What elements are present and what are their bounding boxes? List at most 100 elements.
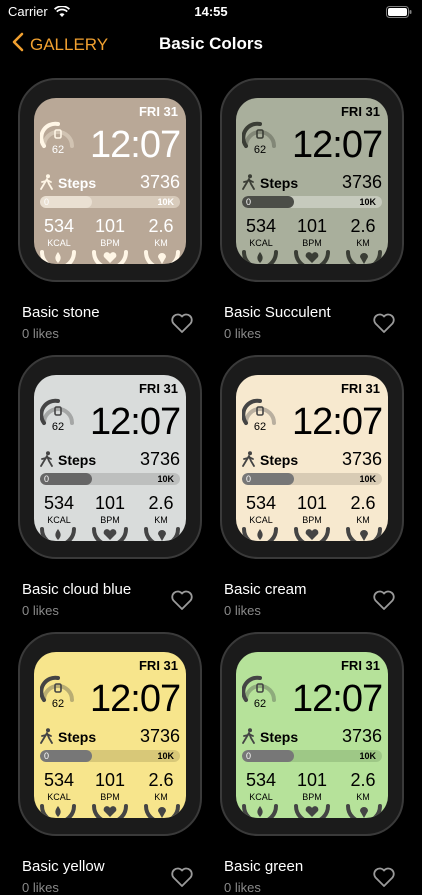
like-heart-icon[interactable]: [372, 312, 396, 339]
progress-min-label: 0: [246, 751, 252, 761]
heart-rate-icon: [92, 250, 128, 264]
walking-icon: [40, 451, 53, 467]
watch-time: 12:07: [292, 401, 383, 443]
location-pin-icon: [144, 527, 180, 541]
heart-rate-icon: [294, 804, 330, 818]
watch-face-preview: FRI 31 62 12:07 Steps 3736 0 10K 534 KCA…: [236, 652, 388, 818]
km-stat: 2.6 KM: [340, 770, 386, 802]
km-value: 2.6: [148, 216, 174, 236]
watch-frame[interactable]: FRI 31 62 12:07 Steps 3736 0 10K 534 KCA…: [18, 78, 202, 282]
kcal-label: KCAL: [249, 238, 273, 248]
bpm-stat: 101 BPM: [289, 493, 335, 525]
watch-frame[interactable]: FRI 31 62 12:07 Steps 3736 0 10K 534 KCA…: [18, 632, 202, 836]
watch-frame[interactable]: FRI 31 62 12:07 Steps 3736 0 10K 534 KCA…: [220, 355, 404, 559]
km-label: KM: [154, 238, 168, 248]
progress-max-label: 10K: [359, 751, 376, 761]
kcal-label: KCAL: [47, 792, 71, 802]
steps-value: 3736: [139, 172, 180, 192]
kcal-value: 534: [43, 770, 75, 790]
like-heart-icon[interactable]: [170, 589, 194, 616]
likes-count: 0 likes: [224, 603, 261, 618]
likes-count: 0 likes: [224, 880, 261, 895]
km-label: KM: [356, 515, 370, 525]
steps-label: Steps: [260, 175, 299, 191]
walking-icon: [242, 728, 255, 744]
bpm-label: BPM: [100, 238, 120, 248]
progress-max-label: 10K: [157, 474, 174, 484]
location-pin-icon: [346, 804, 382, 818]
steps-label: Steps: [58, 452, 97, 468]
kcal-label: KCAL: [47, 515, 71, 525]
likes-count: 0 likes: [22, 880, 59, 895]
flame-icon: [40, 527, 76, 541]
km-value: 2.6: [148, 493, 174, 513]
kcal-value: 534: [245, 770, 277, 790]
watch-face-preview: FRI 31 62 12:07 Steps 3736 0 10K 534 KCA…: [34, 98, 186, 264]
km-label: KM: [356, 792, 370, 802]
kcal-stat: 534 KCAL: [238, 216, 284, 248]
ring-value: 62: [253, 698, 267, 710]
kcal-stat: 534 KCAL: [36, 770, 82, 802]
kcal-value: 534: [43, 216, 75, 236]
km-stat: 2.6 KM: [138, 493, 184, 525]
bpm-label: BPM: [302, 238, 322, 248]
km-value: 2.6: [148, 770, 174, 790]
kcal-stat: 534 KCAL: [238, 770, 284, 802]
ring-value: 62: [253, 144, 267, 156]
watch-frame[interactable]: FRI 31 62 12:07 Steps 3736 0 10K 534 KCA…: [220, 632, 404, 836]
kcal-label: KCAL: [249, 515, 273, 525]
bpm-stat: 101 BPM: [289, 216, 335, 248]
bpm-stat: 101 BPM: [87, 216, 133, 248]
km-label: KM: [154, 792, 168, 802]
steps-progress-bar: 0 10K: [40, 473, 180, 485]
watch-face-name: Basic yellow: [22, 858, 105, 875]
kcal-value: 534: [245, 216, 277, 236]
bpm-stat: 101 BPM: [87, 770, 133, 802]
kcal-label: KCAL: [47, 238, 71, 248]
bpm-value: 101: [94, 493, 126, 513]
km-label: KM: [356, 238, 370, 248]
steps-label: Steps: [260, 729, 299, 745]
status-bar: Carrier 14:55: [0, 0, 422, 24]
like-heart-icon[interactable]: [170, 312, 194, 339]
bpm-value: 101: [94, 216, 126, 236]
km-stat: 2.6 KM: [340, 216, 386, 248]
km-label: KM: [154, 515, 168, 525]
location-pin-icon: [346, 250, 382, 264]
walking-icon: [40, 174, 53, 190]
watch-date: FRI 31: [340, 658, 380, 673]
steps-label: Steps: [58, 175, 97, 191]
likes-count: 0 likes: [224, 326, 261, 341]
steps-value: 3736: [341, 726, 382, 746]
flame-icon: [242, 250, 278, 264]
progress-max-label: 10K: [359, 474, 376, 484]
flame-icon: [242, 804, 278, 818]
bpm-stat: 101 BPM: [87, 493, 133, 525]
watch-date: FRI 31: [340, 381, 380, 396]
progress-min-label: 0: [44, 197, 50, 207]
like-heart-icon[interactable]: [170, 866, 194, 893]
km-value: 2.6: [350, 216, 376, 236]
km-stat: 2.6 KM: [340, 493, 386, 525]
bpm-label: BPM: [100, 515, 120, 525]
like-heart-icon[interactable]: [372, 589, 396, 616]
watch-face-preview: FRI 31 62 12:07 Steps 3736 0 10K 534 KCA…: [236, 98, 388, 264]
watch-time: 12:07: [90, 678, 181, 720]
watch-frame[interactable]: FRI 31 62 12:07 Steps 3736 0 10K 534 KCA…: [220, 78, 404, 282]
watch-face-name: Basic Succulent: [224, 304, 331, 321]
like-heart-icon[interactable]: [372, 866, 396, 893]
flame-icon: [40, 250, 76, 264]
watch-time: 12:07: [90, 401, 181, 443]
watch-face-preview: FRI 31 62 12:07 Steps 3736 0 10K 534 KCA…: [34, 375, 186, 541]
progress-min-label: 0: [44, 751, 50, 761]
kcal-stat: 534 KCAL: [36, 216, 82, 248]
ring-value: 62: [51, 421, 65, 433]
watch-frame[interactable]: FRI 31 62 12:07 Steps 3736 0 10K 534 KCA…: [18, 355, 202, 559]
km-value: 2.6: [350, 770, 376, 790]
progress-max-label: 10K: [157, 197, 174, 207]
watch-time: 12:07: [292, 124, 383, 166]
location-pin-icon: [144, 250, 180, 264]
bpm-value: 101: [296, 216, 328, 236]
watch-date: FRI 31: [138, 381, 178, 396]
steps-progress-bar: 0 10K: [242, 473, 382, 485]
